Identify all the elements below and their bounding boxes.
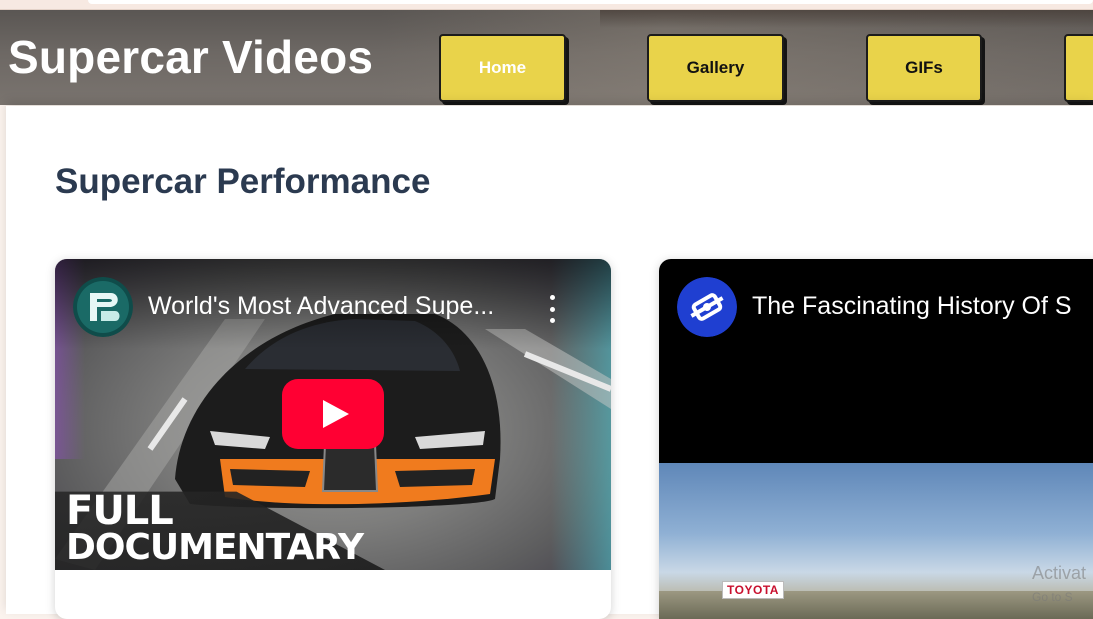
documentary-label-line2: DOCUMENTARY [66, 527, 364, 568]
video-card: World's Most Advanced Supe... FULL DOCUM… [55, 259, 611, 619]
sponsor-sign: TOYOTA [722, 581, 784, 599]
channel-avatar-icon[interactable] [73, 277, 133, 337]
nav-gallery-button[interactable]: Gallery [647, 34, 784, 102]
nav-more-button[interactable] [1064, 34, 1093, 102]
windows-activation-hint: Go to S [1032, 590, 1073, 604]
nav-home-button[interactable]: Home [439, 34, 566, 102]
browser-strip [0, 0, 1093, 10]
racetrack-image: TOYOTA [659, 463, 1093, 619]
youtube-play-icon[interactable] [282, 379, 384, 449]
browser-tab[interactable] [88, 0, 1093, 4]
more-options-icon[interactable] [545, 295, 559, 323]
header-background-band [600, 10, 1093, 28]
video-card: The Fascinating History Of S TOYOTA [659, 259, 1093, 619]
video-embed[interactable]: The Fascinating History Of S TOYOTA [659, 259, 1093, 619]
nav-gifs-button[interactable]: GIFs [866, 34, 982, 102]
main-content: Supercar Performance World's Most Advanc… [6, 106, 1093, 619]
video-embed[interactable]: World's Most Advanced Supe... FULL DOCUM… [55, 259, 611, 570]
channel-avatar-icon[interactable] [677, 277, 737, 337]
site-header: Supercar Videos Home Gallery GIFs [0, 10, 1093, 105]
windows-activation-watermark: Activat [1032, 563, 1087, 583]
video-title[interactable]: The Fascinating History Of S [752, 292, 1072, 321]
video-title[interactable]: World's Most Advanced Supe... [148, 292, 494, 321]
site-title: Supercar Videos [8, 31, 374, 83]
section-title: Supercar Performance [55, 162, 431, 201]
